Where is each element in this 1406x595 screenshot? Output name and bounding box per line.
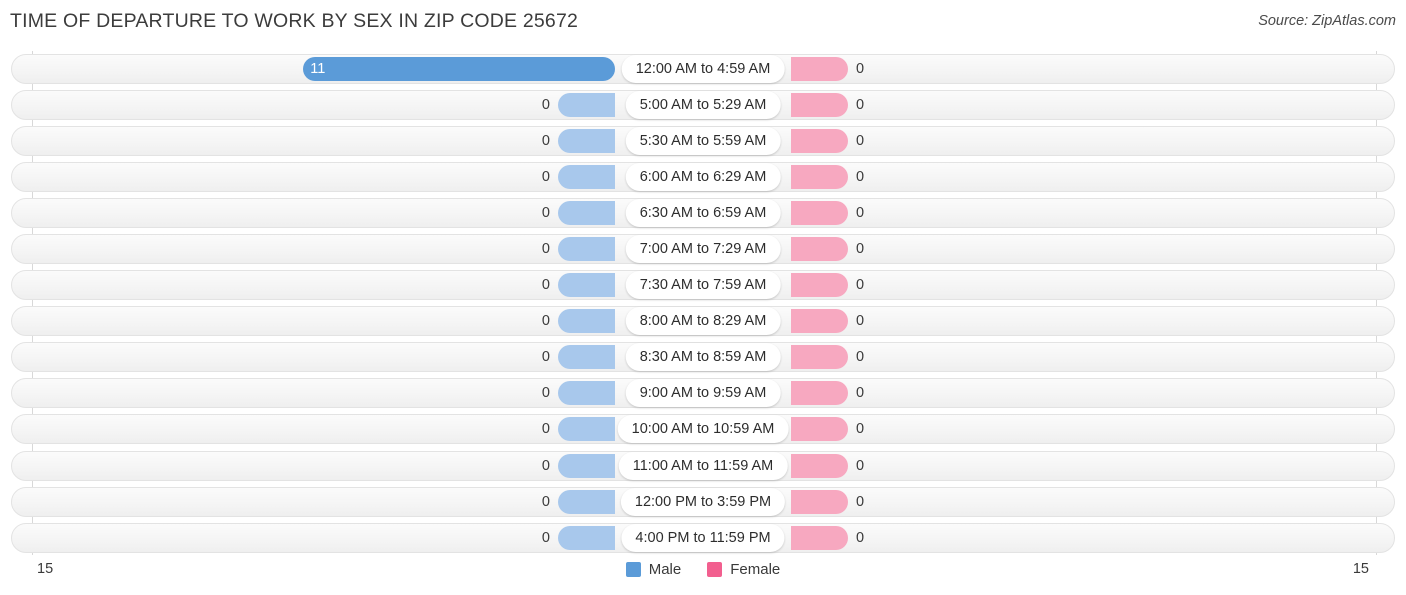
value-label-male: 0 [541,205,550,222]
bar-male[interactable] [303,57,615,81]
category-label: 4:00 PM to 11:59 PM [621,523,785,552]
category-label: 8:00 AM to 8:29 AM [625,307,781,336]
chart-rows: 11 0 12:00 AM to 4:59 AM 0 0 5:00 AM to 5:29 … [0,51,1406,556]
value-label-male: 0 [541,493,550,510]
value-label-male: 11 [310,61,326,77]
category-label: 12:00 PM to 3:59 PM [620,487,786,516]
bar-female[interactable] [791,201,848,226]
chart-row[interactable]: 0 0 8:00 AM to 8:29 AM [0,303,1406,339]
chart-header: TIME OF DEPARTURE TO WORK BY SEX IN ZIP … [0,0,1406,45]
value-label-male: 0 [541,421,550,438]
value-label-female: 0 [856,241,865,258]
chart-row[interactable]: 0 0 5:00 AM to 5:29 AM [0,87,1406,123]
value-label-female: 0 [856,493,865,510]
bar-female[interactable] [791,525,848,550]
value-label-male: 0 [541,313,550,330]
category-label: 6:30 AM to 6:59 AM [625,199,781,228]
value-label-male: 0 [541,241,550,258]
chart-footer: 15 15 Male Female [0,555,1406,595]
bar-male[interactable] [558,93,615,118]
value-label-female: 0 [856,421,865,438]
chart-row[interactable]: 0 0 10:00 AM to 10:59 AM [0,411,1406,447]
bar-male[interactable] [558,273,615,298]
chart-row[interactable]: 11 0 12:00 AM to 4:59 AM [0,51,1406,87]
value-label-female: 0 [856,277,865,294]
category-label: 12:00 AM to 4:59 AM [621,55,785,83]
category-label: 9:00 AM to 9:59 AM [625,379,781,408]
chart-row[interactable]: 0 0 7:30 AM to 7:59 AM [0,267,1406,303]
category-label: 11:00 AM to 11:59 AM [618,451,788,480]
bar-male[interactable] [558,381,615,406]
bar-male[interactable] [558,129,615,154]
value-label-male: 0 [541,97,550,114]
value-label-female: 0 [856,205,865,222]
chart-row[interactable]: 0 0 9:00 AM to 9:59 AM [0,375,1406,411]
category-label: 10:00 AM to 10:59 AM [617,415,789,444]
category-label: 8:30 AM to 8:59 AM [625,343,781,372]
bar-female[interactable] [791,129,848,154]
category-label: 5:00 AM to 5:29 AM [625,91,781,120]
chart-row[interactable]: 0 0 6:00 AM to 6:29 AM [0,159,1406,195]
value-label-male: 0 [541,133,550,150]
legend-item-female[interactable]: Female [707,561,780,578]
value-label-male: 0 [541,529,550,546]
legend-label-male: Male [648,561,682,578]
value-label-female: 0 [856,133,865,150]
bar-male[interactable] [558,345,615,370]
chart-plot-area: 11 0 12:00 AM to 4:59 AM 0 0 5:00 AM to 5:29 … [0,51,1406,555]
bar-male[interactable] [558,201,615,226]
chart-legend: Male Female [0,561,1406,578]
category-label: 7:30 AM to 7:59 AM [625,271,781,300]
value-label-female: 0 [856,97,865,114]
legend-swatch-male-icon [625,562,641,577]
bar-female[interactable] [791,237,848,262]
bar-male[interactable] [558,165,615,190]
chart-row[interactable]: 0 0 8:30 AM to 8:59 AM [0,339,1406,375]
value-label-male: 0 [541,349,550,366]
bar-male[interactable] [558,525,615,550]
value-label-male: 0 [541,277,550,294]
value-label-male: 0 [541,385,550,402]
bar-female[interactable] [791,453,848,478]
legend-item-male[interactable]: Male [625,561,682,578]
bar-female[interactable] [791,489,848,514]
value-label-male: 0 [541,169,550,186]
bar-female[interactable] [791,345,848,370]
chart-row[interactable]: 0 0 5:30 AM to 5:59 AM [0,123,1406,159]
legend-label-female: Female [730,561,781,578]
bar-female[interactable] [791,93,848,118]
bar-male[interactable] [558,453,615,478]
category-label: 7:00 AM to 7:29 AM [625,235,781,264]
value-label-female: 0 [856,385,865,402]
chart-row[interactable]: 0 0 12:00 PM to 3:59 PM [0,484,1406,520]
value-label-female: 0 [856,61,865,77]
category-label: 5:30 AM to 5:59 AM [625,127,781,156]
value-label-female: 0 [856,457,865,474]
bar-male[interactable] [558,417,615,442]
bar-female[interactable] [791,381,848,406]
chart-row[interactable]: 0 0 4:00 PM to 11:59 PM [0,520,1406,556]
bar-female[interactable] [791,417,848,442]
bar-male[interactable] [558,309,615,334]
bar-female[interactable] [791,57,848,81]
chart-row[interactable]: 0 0 11:00 AM to 11:59 AM [0,448,1406,484]
bar-male[interactable] [558,237,615,262]
value-label-female: 0 [856,529,865,546]
value-label-female: 0 [856,169,865,186]
bar-female[interactable] [791,165,848,190]
bar-female[interactable] [791,309,848,334]
value-label-female: 0 [856,349,865,366]
chart-row[interactable]: 0 0 6:30 AM to 6:59 AM [0,195,1406,231]
chart-row[interactable]: 0 0 7:00 AM to 7:29 AM [0,231,1406,267]
page-title: TIME OF DEPARTURE TO WORK BY SEX IN ZIP … [10,10,579,32]
value-label-male: 0 [541,457,550,474]
source-attribution: Source: ZipAtlas.com [1258,13,1396,29]
value-label-female: 0 [856,313,865,330]
legend-swatch-female-icon [707,562,723,577]
bar-female[interactable] [791,273,848,298]
bar-male[interactable] [558,489,615,514]
category-label: 6:00 AM to 6:29 AM [625,163,781,192]
